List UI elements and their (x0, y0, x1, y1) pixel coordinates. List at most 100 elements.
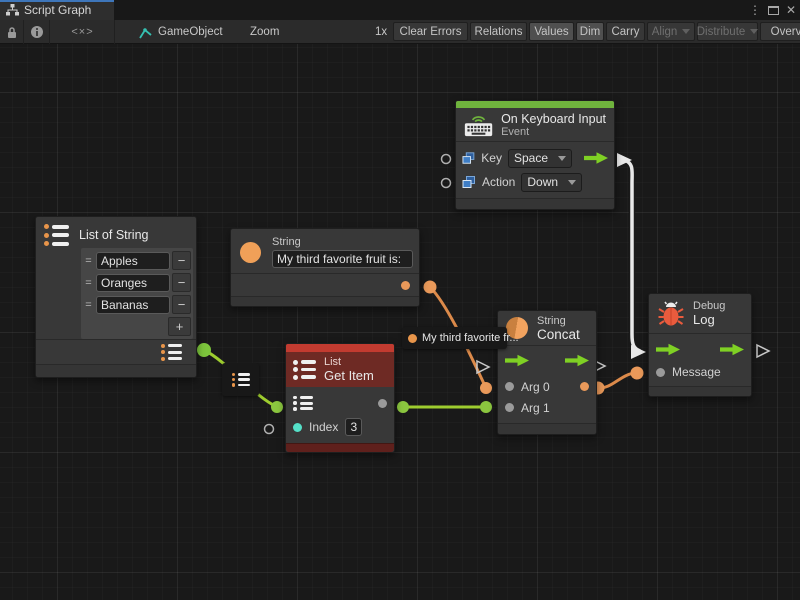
bug-icon (658, 300, 684, 327)
list-output-port[interactable] (161, 344, 183, 361)
overview-button[interactable]: Overv (760, 22, 800, 41)
node-type-label: String (537, 315, 580, 327)
flow-output-port[interactable] (565, 354, 589, 367)
distribute-dropdown[interactable]: Distribute (697, 22, 758, 41)
action-port-label: Action (482, 175, 515, 189)
arg0-label: Arg 0 (521, 380, 550, 394)
lock-icon (6, 26, 18, 39)
node-list-of-string[interactable]: List of String = Apples − = Oranges − = … (35, 216, 197, 378)
close-icon[interactable]: ✕ (786, 4, 796, 16)
lock-button[interactable] (0, 20, 24, 44)
string-type-icon (240, 242, 261, 263)
node-debug-log[interactable]: Debug Log Message (648, 293, 752, 397)
action-select[interactable]: Down (521, 173, 582, 192)
wire-end-ball[interactable] (424, 281, 437, 294)
list-item-row: = Oranges − (83, 272, 191, 293)
graph-icon (6, 4, 19, 16)
clear-errors-button[interactable]: Clear Errors (393, 22, 468, 41)
relations-button[interactable]: Relations (470, 22, 527, 41)
node-subtitle: Event (501, 126, 606, 138)
node-title: List of String (79, 228, 148, 242)
drag-handle[interactable]: = (83, 299, 94, 311)
zoom-label: Zoom (250, 20, 279, 44)
arg1-input-port[interactable] (505, 403, 514, 412)
node-string-literal[interactable]: String My third favorite fruit is: (230, 228, 420, 307)
graph-canvas[interactable]: On Keyboard Input Event Key Space (0, 44, 800, 600)
wire-end-ball[interactable] (480, 382, 492, 394)
wire-end-ball[interactable] (631, 367, 644, 380)
tab-script-graph[interactable]: Script Graph (0, 0, 114, 20)
message-input-port[interactable] (656, 368, 665, 377)
arg0-input-port[interactable] (505, 382, 514, 391)
node-footer (498, 424, 596, 434)
string-value-field[interactable]: My third favorite fruit is: (272, 250, 413, 268)
item-output-port[interactable] (378, 399, 387, 408)
key-select[interactable]: Space (508, 149, 572, 168)
list-icon (232, 373, 250, 387)
chevron-down-icon (568, 180, 576, 185)
add-item-button[interactable]: + (168, 317, 191, 336)
tab-title: Script Graph (24, 3, 91, 17)
wire-flow-keyboard-to-log[interactable] (624, 160, 640, 351)
wire-end-ball[interactable] (397, 401, 409, 413)
string-output-port[interactable] (401, 281, 410, 290)
action-select-value: Down (527, 175, 558, 189)
drag-handle[interactable]: = (83, 255, 94, 267)
string-value-preview-badge: My third favorite fr... (402, 327, 507, 349)
wire-end-ball[interactable] (480, 401, 492, 413)
value-port-stub[interactable] (442, 155, 451, 164)
list-item-field[interactable]: Bananas (96, 296, 170, 314)
tab-bar: Script Graph ⋮ ✕ (0, 0, 800, 20)
list-icon (293, 360, 317, 380)
node-get-item[interactable]: List Get Item Index 3 (285, 343, 395, 453)
flow-input-port[interactable] (656, 343, 680, 356)
align-dropdown[interactable]: Align (647, 22, 695, 41)
flow-output-port[interactable] (584, 152, 608, 165)
node-title: Get Item (324, 368, 374, 383)
result-output-port[interactable] (580, 382, 589, 391)
index-value-field[interactable]: 3 (345, 418, 362, 436)
remove-item-button[interactable]: − (172, 273, 191, 292)
drag-handle[interactable]: = (83, 277, 94, 289)
node-footer (36, 365, 196, 377)
list-icon (44, 224, 70, 246)
flow-input-port[interactable] (505, 354, 529, 367)
window-controls: ⋮ ✕ (749, 0, 796, 20)
tab-focus-accent (0, 0, 114, 2)
index-input-port[interactable] (293, 423, 302, 432)
code-view-button[interactable]: <×> (51, 20, 115, 44)
values-toggle[interactable]: Values (529, 22, 574, 41)
remove-item-button[interactable]: − (172, 295, 191, 314)
keyboard-icon (464, 111, 493, 139)
list-item-field[interactable]: Apples (96, 252, 170, 270)
node-on-keyboard-input[interactable]: On Keyboard Input Event Key Space (455, 100, 615, 210)
string-value-preview: My third favorite fr... (422, 332, 519, 344)
wire-end-ball[interactable] (271, 401, 283, 413)
node-concat[interactable]: String Concat Arg 0 (497, 310, 597, 435)
wire-end-ball[interactable] (197, 343, 211, 357)
value-port-stub[interactable] (265, 425, 274, 434)
info-icon (30, 25, 44, 39)
list-input-port[interactable] (293, 396, 313, 411)
list-item-row: = Bananas − (83, 294, 191, 315)
window-menu-icon[interactable]: ⋮ (749, 4, 761, 16)
node-footer (649, 387, 751, 396)
value-port-stub[interactable] (442, 179, 451, 188)
gameobject-label: GameObject (158, 20, 223, 44)
carry-toggle[interactable]: Carry (606, 22, 645, 41)
info-button[interactable] (25, 20, 50, 44)
node-title: Log (693, 312, 725, 327)
maximize-icon[interactable] (768, 6, 779, 15)
flow-port-stub[interactable] (757, 345, 769, 357)
enum-icon (462, 176, 476, 189)
dim-toggle[interactable]: Dim (576, 22, 604, 41)
list-editor-panel: = Apples − = Oranges − = Bananas − + (81, 248, 193, 339)
string-type-dot-icon (408, 334, 417, 343)
flow-output-port[interactable] (720, 343, 744, 356)
remove-item-button[interactable]: − (172, 251, 191, 270)
list-value-preview-badge (222, 363, 259, 396)
list-item-row: = Apples − (83, 250, 191, 271)
key-select-value: Space (514, 151, 548, 165)
list-item-field[interactable]: Oranges (96, 274, 170, 292)
event-strip (456, 101, 614, 108)
